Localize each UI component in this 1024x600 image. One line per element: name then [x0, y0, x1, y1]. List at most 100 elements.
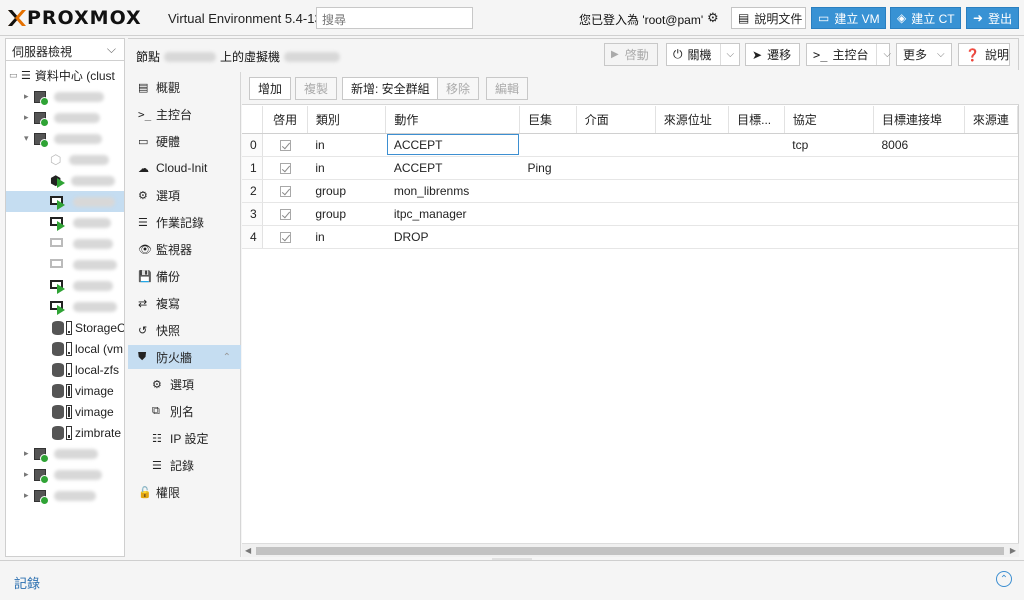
tree-item-ct[interactable]: ⬡: [50, 149, 110, 170]
rule-macro: [519, 133, 577, 157]
enable-checkbox[interactable]: [262, 133, 308, 157]
menu-item-permissions[interactable]: 🔓 權限: [128, 480, 241, 504]
menu-item-task-history[interactable]: ☰ 作業記錄: [128, 210, 241, 234]
expand-icon: ▸: [24, 490, 29, 500]
menu-item-firewall[interactable]: ⛊ 防火牆 ⌃: [128, 345, 241, 369]
scroll-left-icon[interactable]: ◀: [245, 546, 251, 555]
create-ct-button[interactable]: ◈ 建立 CT: [890, 7, 961, 29]
menu-item-hardware[interactable]: ▭ 硬體: [128, 129, 241, 153]
storage-usage-icon: [66, 404, 72, 419]
tree-item-storage[interactable]: zimbrate: [52, 422, 121, 443]
column-header-type[interactable]: 類別: [307, 106, 387, 134]
menu-item-firewall-options[interactable]: ⚙ 選項: [128, 372, 241, 396]
console-button[interactable]: >_ 主控台 ⌵: [806, 43, 891, 66]
insert-security-group-button[interactable]: 新增: 安全群組: [342, 77, 439, 100]
redacted-name: [73, 259, 117, 270]
tree-item-datacenter[interactable]: ▭ ☰ 資料中心 (clust: [9, 65, 115, 86]
tree-item-node[interactable]: ▸: [24, 485, 96, 506]
edit-button[interactable]: 編輯: [486, 77, 529, 100]
start-button[interactable]: ▶ 啓動: [604, 43, 658, 66]
column-header-dest[interactable]: 目標...: [728, 106, 785, 134]
tree-item-vm[interactable]: [50, 275, 113, 296]
menu-item-ipset[interactable]: ☷ IP 設定: [128, 426, 241, 450]
migrate-button[interactable]: ➤ 遷移: [745, 43, 800, 66]
shutdown-button[interactable]: ⏻ 關機 ⌵: [666, 43, 740, 66]
tree-item-node[interactable]: ▾: [24, 128, 102, 149]
menu-item-options[interactable]: ⚙ 選項: [128, 183, 241, 207]
tree-item-vm[interactable]: [50, 254, 117, 275]
column-header-protocol[interactable]: 協定: [784, 106, 874, 134]
node-online-icon: [34, 90, 49, 106]
horizontal-scrollbar[interactable]: ◀ ▶: [242, 543, 1019, 557]
menu-item-backup[interactable]: 💾 備份: [128, 264, 241, 288]
table-row[interactable]: 4 in DROP: [242, 225, 1018, 249]
tree-item-storage[interactable]: StorageC: [52, 317, 124, 338]
column-header-enable[interactable]: 啓用: [262, 106, 308, 134]
menu-item-snapshots[interactable]: ↺ 快照: [128, 318, 241, 342]
vm-stopped-icon: [50, 258, 64, 271]
column-header-action[interactable]: 動作: [385, 106, 521, 134]
menu-item-log[interactable]: ☰ 記錄: [128, 453, 241, 477]
tree-item-vm-selected[interactable]: [6, 191, 124, 212]
scrollbar-thumb[interactable]: [256, 547, 1004, 555]
enable-checkbox[interactable]: [262, 156, 308, 180]
remove-button[interactable]: 移除: [437, 77, 480, 100]
rule-action: ACCEPT: [385, 156, 520, 180]
column-header-source[interactable]: 來源位址: [655, 106, 730, 134]
logout-button[interactable]: ➜ 登出: [966, 7, 1019, 29]
rule-macro: [519, 179, 577, 203]
tree-item-storage[interactable]: vimage: [52, 401, 114, 422]
table-row[interactable]: 0 in ACCEPT tcp 8006: [242, 133, 1018, 157]
enable-checkbox[interactable]: [262, 202, 308, 226]
tree-item-storage[interactable]: vimage: [52, 380, 114, 401]
menu-item-cloud-init[interactable]: ☁ Cloud-Init: [128, 156, 241, 180]
column-header-macro[interactable]: 巨集: [519, 106, 577, 134]
docs-button[interactable]: ▤ 說明文件: [731, 7, 806, 29]
tree-item-storage[interactable]: local-zfs: [52, 359, 119, 380]
menu-item-monitor[interactable]: 👁 監視器: [128, 237, 241, 261]
tree-item-node[interactable]: ▸: [24, 443, 98, 464]
tree-item-node[interactable]: ▸: [24, 464, 102, 485]
enable-checkbox[interactable]: [262, 225, 308, 249]
more-button[interactable]: 更多 ⌵: [896, 43, 952, 66]
container-off-icon: ⬡: [50, 151, 62, 167]
tree-item-vm[interactable]: [50, 233, 113, 254]
column-header-source-port[interactable]: 來源連: [964, 106, 1019, 134]
column-header-interface[interactable]: 介面: [576, 106, 656, 134]
enable-checkbox[interactable]: [262, 179, 308, 203]
expand-up-icon[interactable]: ⌃: [996, 571, 1012, 587]
create-vm-button[interactable]: ▭ 建立 VM: [811, 7, 886, 29]
monitor-icon: ▭: [138, 135, 149, 148]
add-button[interactable]: 增加: [249, 77, 292, 100]
search-input[interactable]: 搜尋: [316, 7, 473, 29]
tree-item-vm[interactable]: [50, 212, 111, 233]
log-tab[interactable]: 記錄: [14, 573, 40, 592]
rule-action[interactable]: ACCEPT: [385, 133, 520, 157]
rule-macro: [519, 225, 577, 249]
menu-item-alias[interactable]: ⧉ 別名: [128, 399, 241, 423]
chevron-down-icon[interactable]: ⌵: [719, 44, 734, 65]
column-header-dest-port[interactable]: 目標連接埠: [873, 106, 965, 134]
tree-item-vm[interactable]: [50, 296, 117, 317]
menu-item-summary[interactable]: ▤ 概觀: [128, 75, 241, 99]
tree-item-node[interactable]: ▸: [24, 86, 104, 107]
view-selector[interactable]: 伺服器檢視 ⌵: [6, 39, 124, 61]
gear-icon[interactable]: ⚙: [707, 10, 719, 26]
tree-item-ct[interactable]: ⬢: [50, 170, 116, 191]
rule-interface: [576, 156, 656, 180]
node-online-icon: [34, 132, 49, 148]
menu-item-console[interactable]: >_ 主控台: [128, 102, 241, 126]
tree-item-storage[interactable]: local (vm: [52, 338, 123, 359]
help-button[interactable]: ❓ 說明: [958, 43, 1010, 66]
chevron-down-icon[interactable]: ⌵: [876, 44, 891, 65]
menu-item-replication[interactable]: ⇄ 複寫: [128, 291, 241, 315]
page-title: 節點 上的虛擬機: [136, 48, 341, 65]
send-icon: ➤: [752, 47, 763, 62]
copy-button[interactable]: 複製: [295, 77, 338, 100]
table-row[interactable]: 1 in ACCEPT Ping: [242, 156, 1018, 180]
tree-item-node[interactable]: ▸: [24, 107, 100, 128]
scroll-right-icon[interactable]: ▶: [1010, 546, 1016, 555]
rule-source: [655, 202, 729, 226]
table-row[interactable]: 3 group itpc_manager: [242, 202, 1018, 226]
table-row[interactable]: 2 group mon_librenms: [242, 179, 1018, 203]
